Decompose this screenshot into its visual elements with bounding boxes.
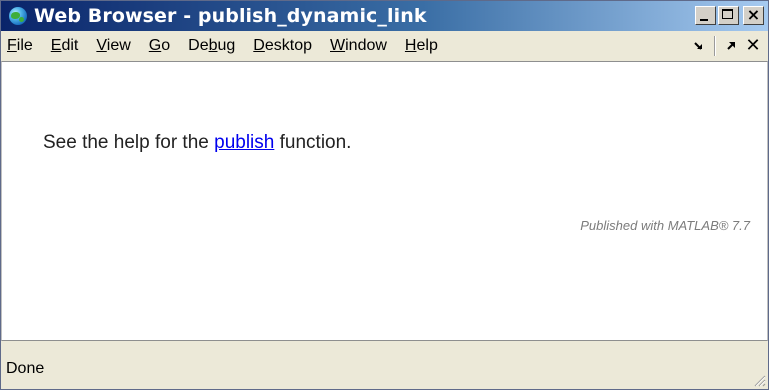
status-bar: Done	[1, 341, 768, 389]
window-title: Web Browser - publish_dynamic_link	[34, 5, 427, 27]
maximize-icon	[722, 9, 733, 19]
menu-desktop-mnemonic: D	[253, 37, 265, 54]
close-icon: ✕	[745, 35, 761, 56]
menu-right-controls: ✕	[688, 31, 764, 61]
help-text-before: See the help for the	[43, 132, 215, 153]
dock-button[interactable]	[688, 35, 710, 57]
menu-edit-label: dit	[61, 37, 79, 54]
close-icon: ×	[746, 5, 761, 24]
menu-file[interactable]: File	[1, 31, 42, 61]
menu-separator	[714, 36, 716, 56]
help-sentence: See the help for the publish function.	[43, 132, 351, 154]
menu-file-label: ile	[16, 37, 33, 54]
menu-help-mnemonic: H	[404, 37, 417, 54]
menu-window-mnemonic: W	[330, 37, 346, 54]
menu-go-label: o	[161, 37, 171, 54]
dock-icon	[694, 42, 702, 50]
minimize-icon	[700, 19, 708, 21]
published-with-note: Published with MATLAB® 7.7	[580, 218, 750, 233]
maximize-button[interactable]	[718, 6, 739, 25]
close-panel-button[interactable]: ✕	[742, 35, 764, 57]
resize-grip-icon[interactable]	[752, 373, 766, 387]
page-content: See the help for the publish function. P…	[1, 61, 768, 341]
menu-view-mnemonic: V	[96, 37, 107, 54]
title-bar[interactable]: Web Browser - publish_dynamic_link ×	[1, 1, 768, 31]
menu-view-label: iew	[106, 37, 131, 54]
menu-debug-label-end: ug	[217, 37, 236, 54]
browser-window: Web Browser - publish_dynamic_link × Fil…	[0, 0, 769, 390]
menu-edit-mnemonic: E	[50, 37, 62, 54]
publish-link[interactable]: publish	[214, 132, 274, 153]
menu-bar: File Edit View Go Debug Desktop Window H…	[1, 31, 768, 61]
help-text-after: function.	[274, 132, 352, 153]
menu-view[interactable]: View	[87, 31, 139, 61]
menu-window-label: indow	[345, 37, 387, 54]
menu-file-mnemonic: F	[7, 37, 17, 54]
menu-help[interactable]: Help	[396, 31, 447, 61]
menu-desktop-label: esktop	[264, 37, 312, 54]
menu-debug-mnemonic: b	[208, 37, 218, 54]
window-controls: ×	[695, 5, 764, 25]
menu-debug[interactable]: Debug	[179, 31, 244, 61]
menu-go-mnemonic: G	[148, 37, 162, 54]
menu-desktop[interactable]: Desktop	[244, 31, 321, 61]
menu-go[interactable]: Go	[140, 31, 179, 61]
close-button[interactable]: ×	[743, 5, 764, 25]
minimize-button[interactable]	[695, 6, 716, 25]
menu-help-label: elp	[416, 37, 438, 54]
status-text: Done	[6, 360, 45, 377]
menu-window[interactable]: Window	[321, 31, 396, 61]
globe-icon	[9, 7, 27, 25]
undock-icon	[727, 42, 735, 50]
menu-edit[interactable]: Edit	[42, 31, 88, 61]
menu-debug-label-start: De	[188, 37, 209, 54]
undock-button[interactable]	[720, 35, 742, 57]
